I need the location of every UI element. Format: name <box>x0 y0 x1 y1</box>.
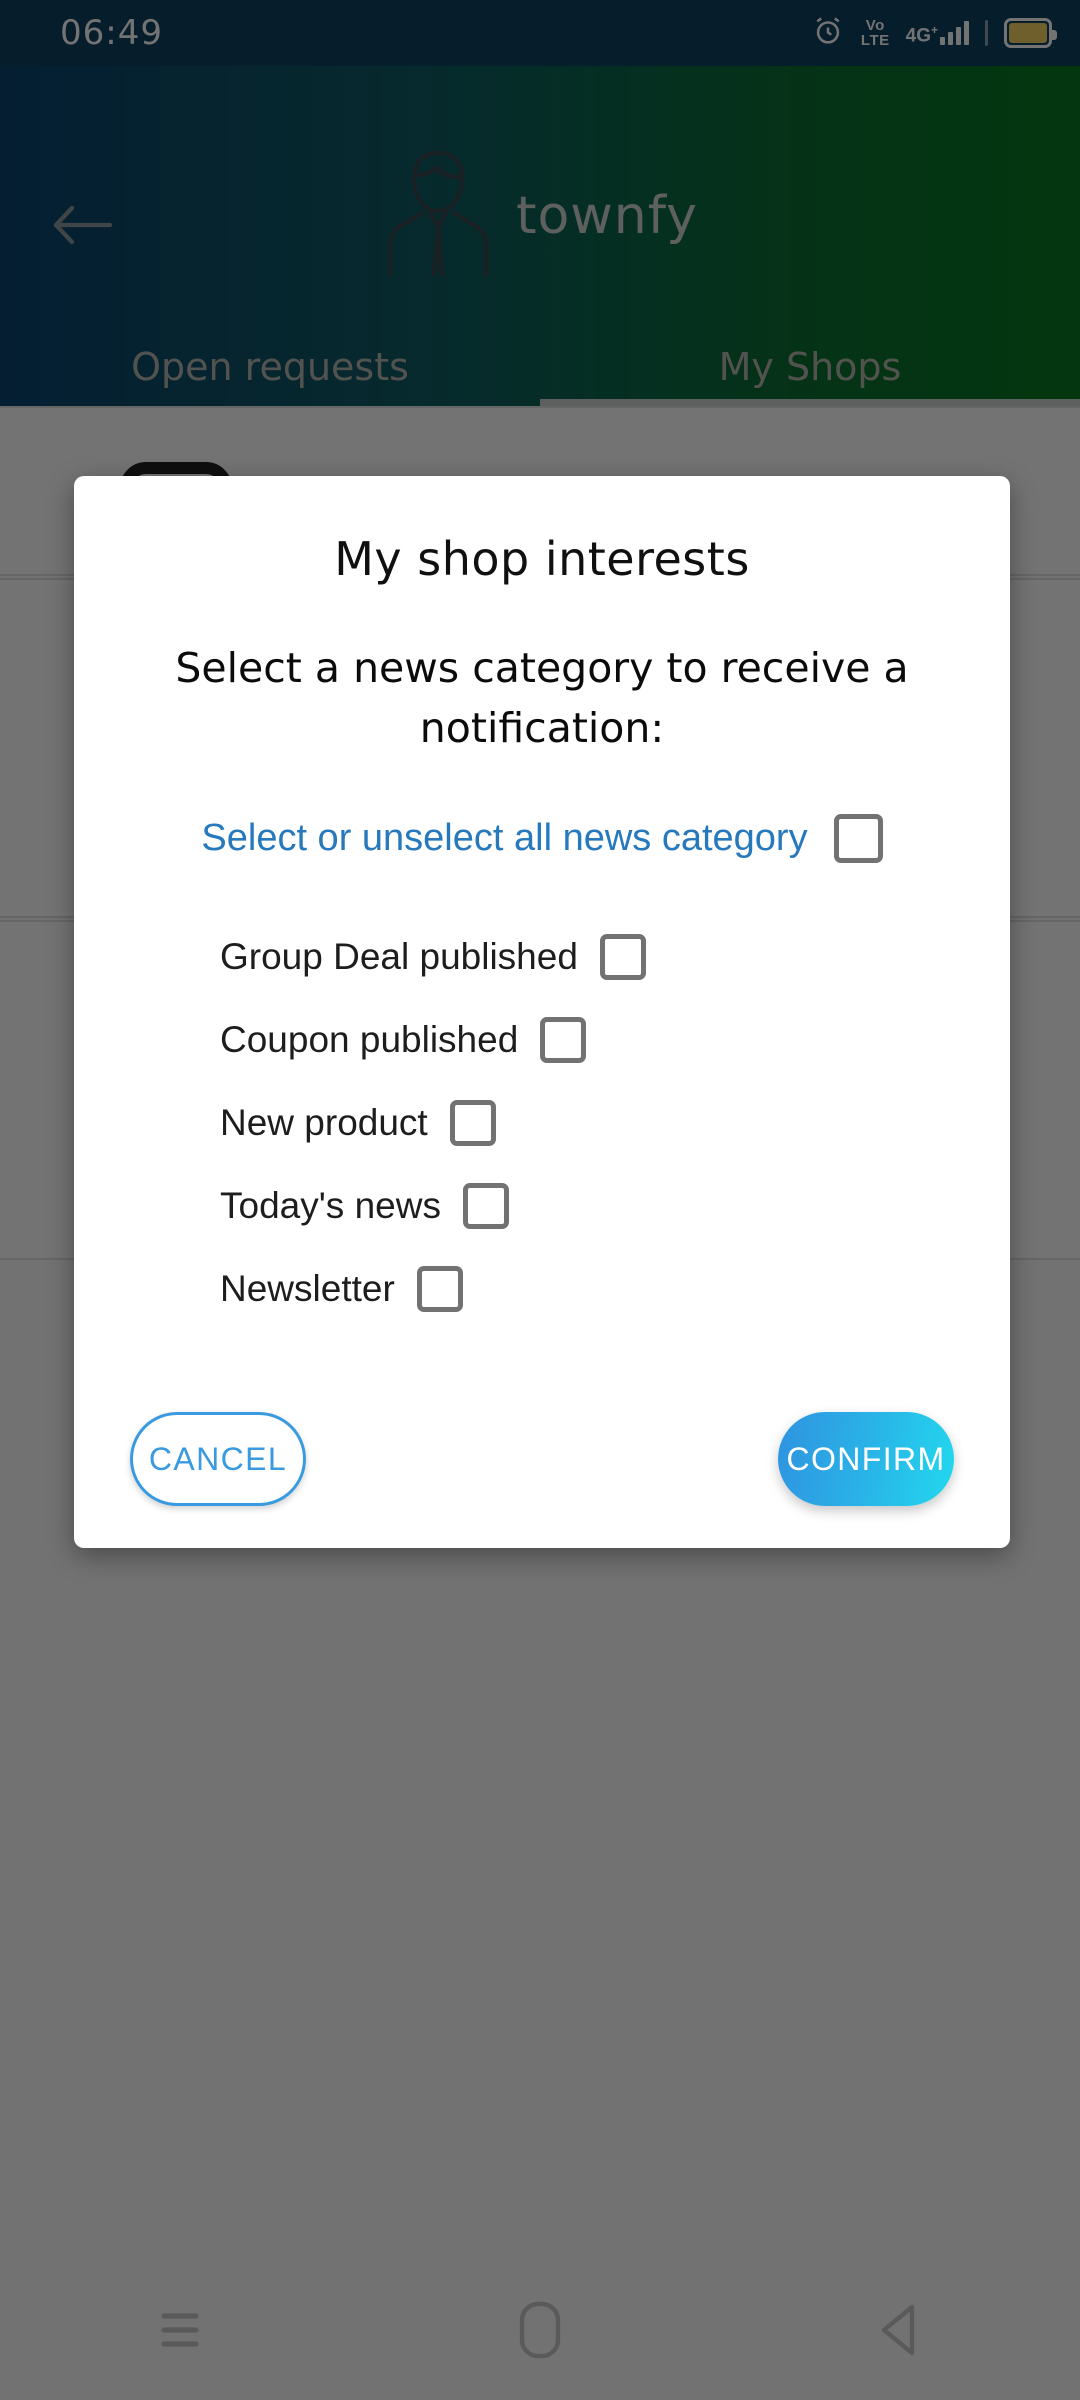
dialog-subtitle: Select a news category to receive a noti… <box>175 644 909 752</box>
option-label: New product <box>220 1101 428 1143</box>
select-all-row[interactable]: Select or unselect all news category <box>74 814 1010 863</box>
option-checkbox[interactable] <box>462 1182 509 1229</box>
option-label: Coupon published <box>220 1018 519 1060</box>
option-checkbox[interactable] <box>599 933 646 980</box>
my-shop-interests-dialog: My shop interests Select a news category… <box>74 476 1010 1548</box>
option-checkbox[interactable] <box>540 1016 587 1063</box>
option-label: Today's news <box>220 1184 441 1226</box>
option-row-new-product[interactable]: New product <box>74 1081 1010 1164</box>
option-checkbox[interactable] <box>449 1099 496 1146</box>
option-row-coupon-published[interactable]: Coupon published <box>74 998 1010 1081</box>
option-label: Group Deal published <box>220 935 578 977</box>
dialog-title: My shop interests <box>334 532 750 586</box>
option-row-newsletter[interactable]: Newsletter <box>74 1247 1010 1330</box>
dialog-actions: CANCEL CONFIRM <box>74 1412 1010 1506</box>
confirm-button[interactable]: CONFIRM <box>778 1412 954 1506</box>
phone-screen: 06:49 Vo LTE 4G+ <box>0 0 1080 2400</box>
option-row-group-deal-published[interactable]: Group Deal published <box>74 915 1010 998</box>
cancel-button[interactable]: CANCEL <box>130 1412 306 1506</box>
select-all-checkbox[interactable] <box>833 814 883 863</box>
select-all-label: Select or unselect all news category <box>201 817 808 859</box>
option-checkbox[interactable] <box>416 1265 463 1312</box>
option-row-todays-news[interactable]: Today's news <box>74 1164 1010 1247</box>
option-label: Newsletter <box>220 1267 395 1309</box>
